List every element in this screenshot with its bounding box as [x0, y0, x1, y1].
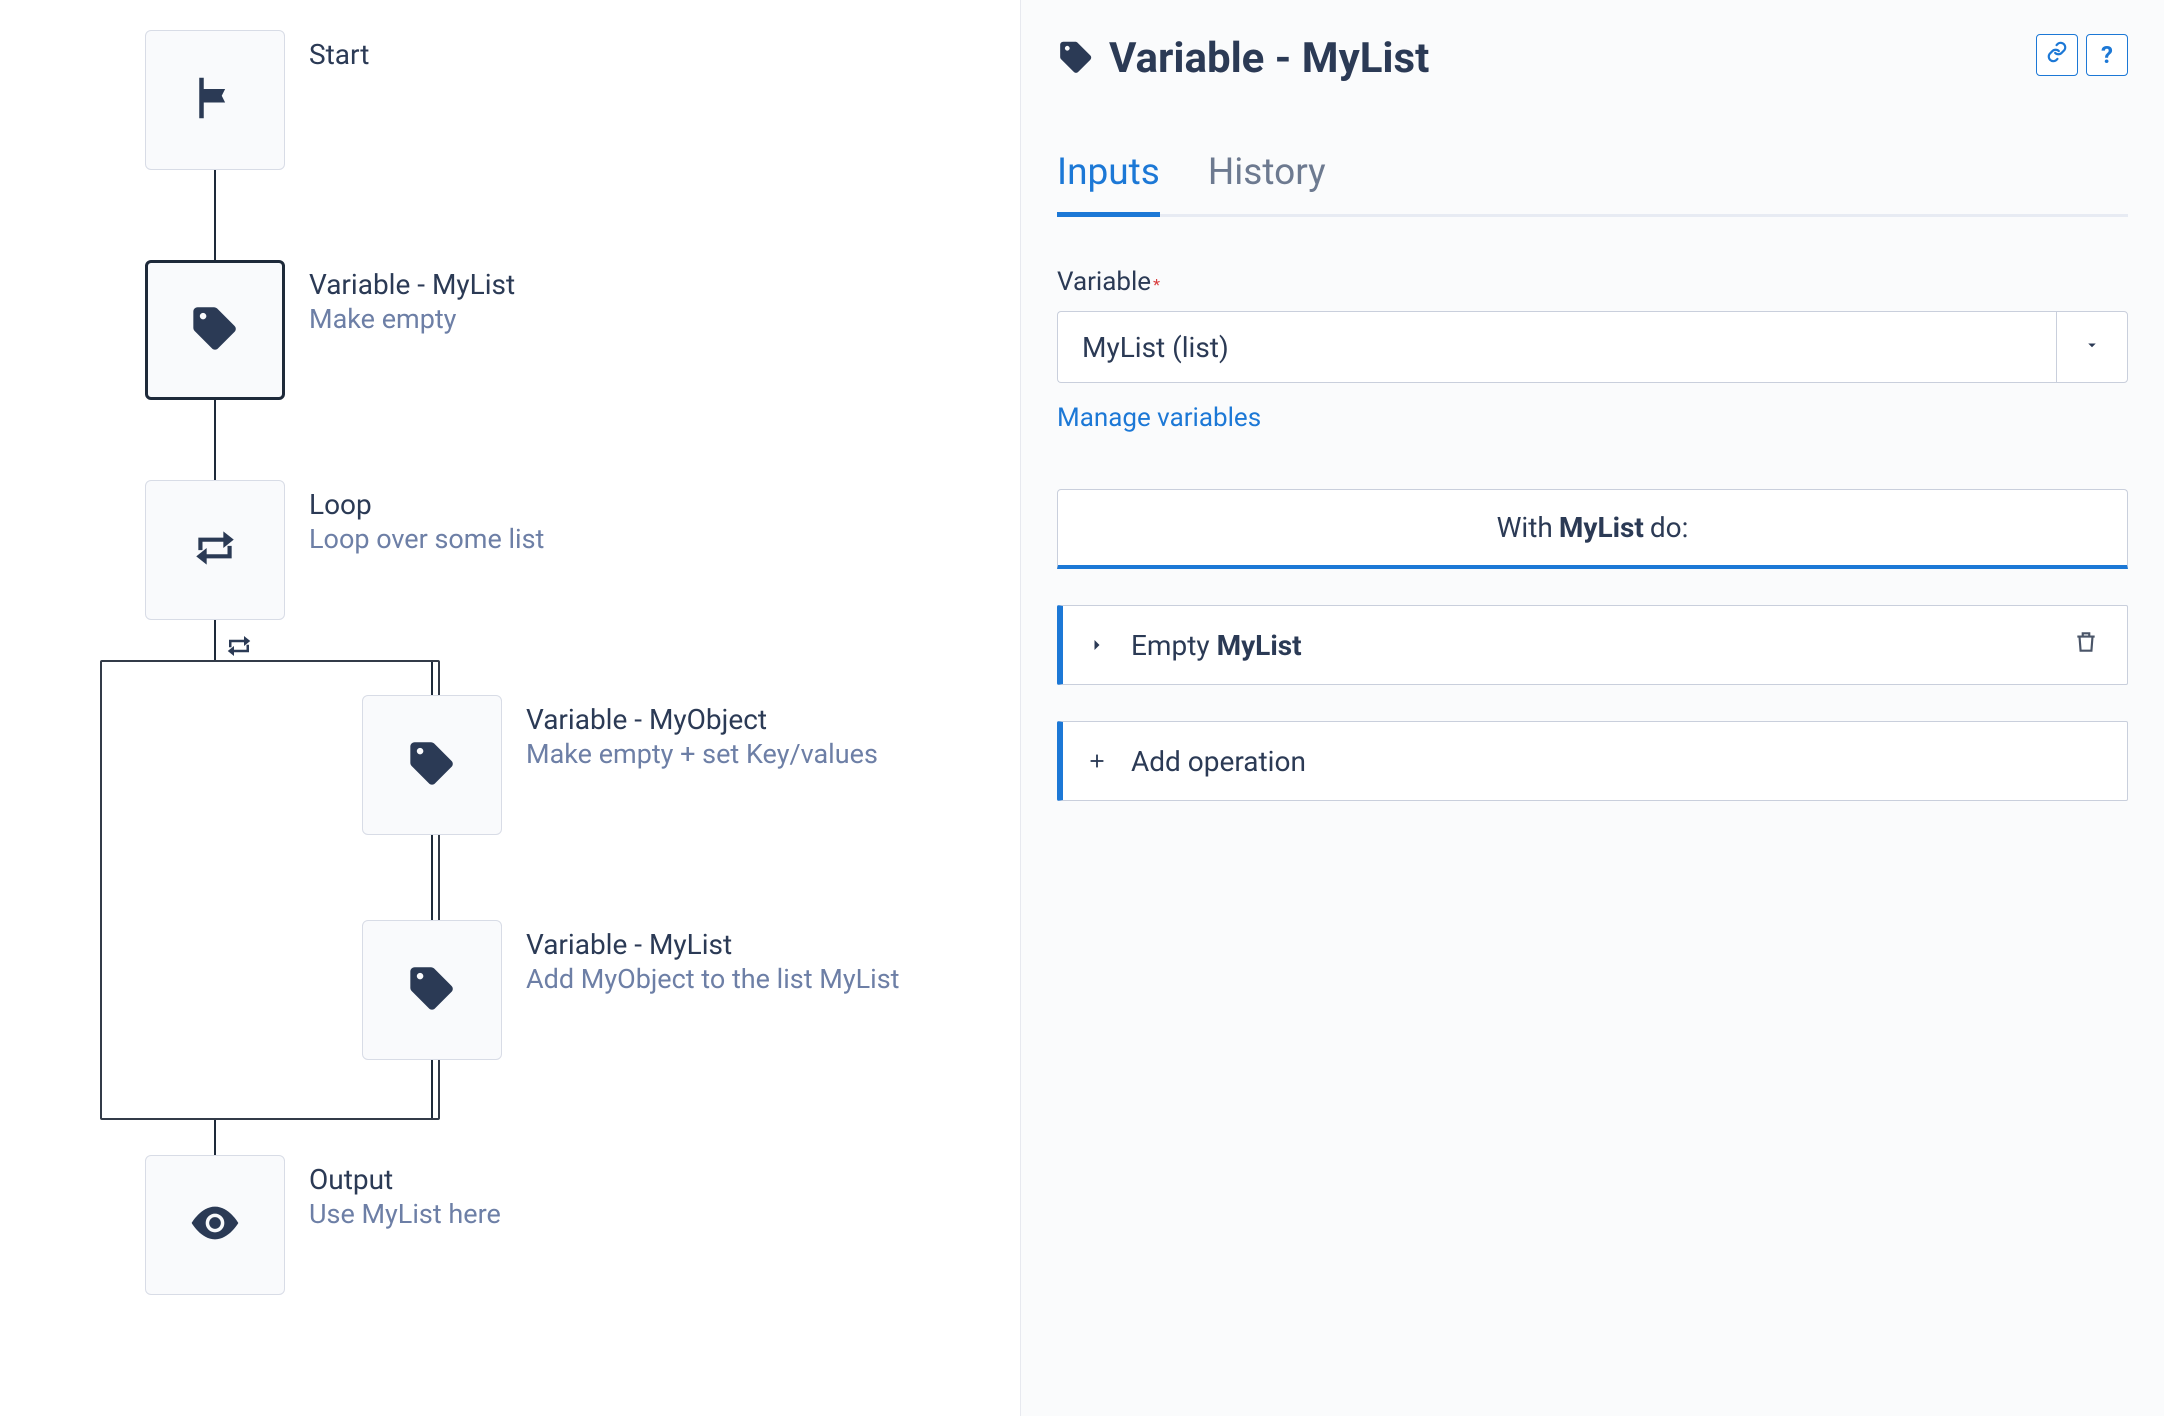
- panel-tabs: Inputs History: [1057, 151, 2128, 217]
- node-start-title: Start: [309, 38, 369, 71]
- node-var3-title: Variable - MyList: [526, 928, 900, 961]
- flag-icon: [188, 71, 242, 129]
- panel-title: Variable - MyList: [1109, 34, 1429, 83]
- help-icon: ?: [2101, 41, 2113, 69]
- help-button[interactable]: ?: [2086, 34, 2128, 76]
- tag-icon: [189, 302, 241, 358]
- variable-select-caret[interactable]: [2056, 311, 2128, 383]
- with-do-banner: With MyList do:: [1057, 489, 2128, 569]
- operation-empty-label: Empty MyList: [1131, 629, 2053, 662]
- node-var3-sub: Add MyObject to the list MyList: [526, 963, 900, 995]
- workflow-canvas[interactable]: Start Variable - MyList Make empty: [0, 0, 1020, 1416]
- node-var2-sub: Make empty + set Key/values: [526, 738, 878, 770]
- variable-field-label: Variable*: [1057, 267, 2128, 297]
- tag-icon: [406, 737, 458, 793]
- tag-icon: [1057, 38, 1095, 80]
- node-variable-mylist-1[interactable]: Variable - MyList Make empty: [145, 260, 515, 400]
- node-var2-title: Variable - MyObject: [526, 703, 878, 736]
- loop-icon: [190, 523, 240, 577]
- delete-operation-button[interactable]: [2073, 629, 2099, 662]
- node-var1-title: Variable - MyList: [309, 268, 515, 301]
- variable-select-value: MyList (list): [1082, 331, 1229, 364]
- operation-empty[interactable]: Empty MyList: [1057, 605, 2128, 685]
- node-variable-myobject[interactable]: Variable - MyObject Make empty + set Key…: [362, 695, 878, 835]
- manage-variables-link[interactable]: Manage variables: [1057, 403, 1261, 433]
- link-button[interactable]: [2036, 34, 2078, 76]
- add-operation-label: Add operation: [1131, 745, 2099, 778]
- node-loop-box[interactable]: [145, 480, 285, 620]
- panel-header: Variable - MyList: [1057, 34, 2128, 83]
- plus-icon: [1083, 750, 1111, 772]
- node-var1-sub: Make empty: [309, 303, 515, 335]
- node-variable-mylist-2-box[interactable]: [362, 920, 502, 1060]
- caret-down-icon: [2083, 336, 2101, 358]
- variable-select[interactable]: MyList (list): [1057, 311, 2056, 383]
- node-variable-myobject-box[interactable]: [362, 695, 502, 835]
- node-output-title: Output: [309, 1163, 501, 1196]
- required-mark: *: [1153, 275, 1160, 294]
- node-loop-sub: Loop over some list: [309, 523, 544, 555]
- trash-icon: [2073, 629, 2099, 662]
- node-variable-mylist-1-box[interactable]: [145, 260, 285, 400]
- add-operation-button[interactable]: Add operation: [1057, 721, 2128, 801]
- node-output-sub: Use MyList here: [309, 1198, 501, 1230]
- chevron-right-icon: [1083, 635, 1111, 655]
- node-loop-title: Loop: [309, 488, 544, 521]
- node-loop[interactable]: Loop Loop over some list: [145, 480, 544, 620]
- link-icon: [2046, 41, 2068, 69]
- node-variable-mylist-2[interactable]: Variable - MyList Add MyObject to the li…: [362, 920, 900, 1060]
- tab-inputs[interactable]: Inputs: [1057, 151, 1160, 217]
- node-output[interactable]: Output Use MyList here: [145, 1155, 501, 1295]
- node-start[interactable]: Start: [145, 30, 369, 170]
- tab-history[interactable]: History: [1208, 151, 1326, 217]
- eye-icon: [187, 1195, 243, 1255]
- node-start-box[interactable]: [145, 30, 285, 170]
- properties-panel: Variable - MyList ? Inputs History Varia…: [1020, 0, 2164, 1416]
- tag-icon: [406, 962, 458, 1018]
- node-output-box[interactable]: [145, 1155, 285, 1295]
